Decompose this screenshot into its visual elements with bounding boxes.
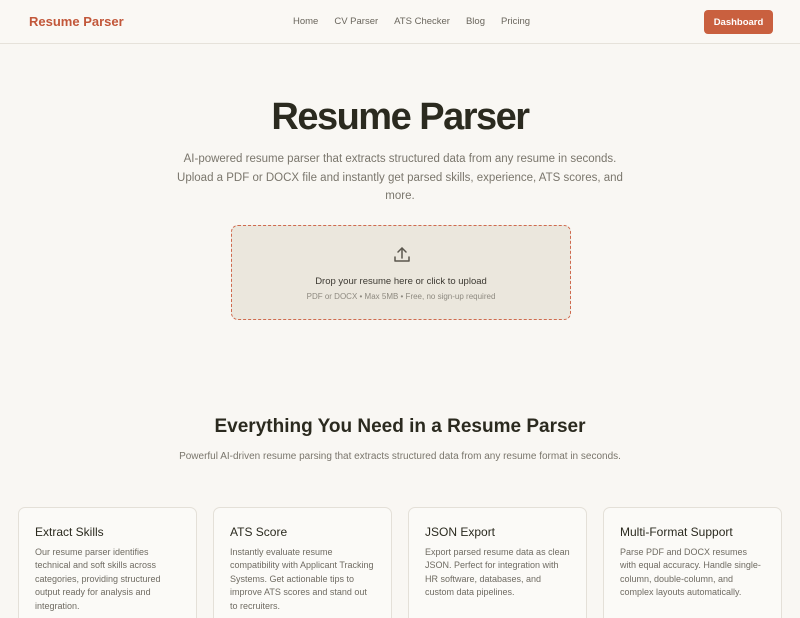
feature-card-description: Export parsed resume data as clean JSON.… <box>425 547 570 598</box>
feature-card-title: JSON Export <box>425 525 496 539</box>
top-navbar: Resume Parser Home CV Parser ATS Checker… <box>0 0 800 44</box>
nav-link-cv-parser[interactable]: CV Parser <box>334 16 378 27</box>
hero-title: Resume Parser <box>271 96 530 138</box>
feature-card-title: Extract Skills <box>35 525 104 539</box>
nav-link-blog[interactable]: Blog <box>466 16 485 27</box>
features-title: Everything You Need in a Resume Parser <box>214 416 586 437</box>
nav-link-ats-checker[interactable]: ATS Checker <box>394 16 450 27</box>
upload-icon <box>394 247 410 262</box>
feature-card-description: Instantly evaluate resume compatibility … <box>230 547 374 611</box>
features-subtitle: Powerful AI-driven resume parsing that e… <box>179 451 621 462</box>
nav-links: Home CV Parser ATS Checker Blog Pricing <box>293 16 546 27</box>
hero-subtitle: AI-powered resume parser that extracts s… <box>177 153 623 202</box>
nav-link-pricing[interactable]: Pricing <box>501 16 530 27</box>
feature-card-ats-score: ATS Score Instantly evaluate resume comp… <box>213 507 392 618</box>
feature-card-json-export: JSON Export Export parsed resume data as… <box>408 507 587 618</box>
feature-card-description: Parse PDF and DOCX resumes with equal ac… <box>620 547 761 598</box>
feature-card-description: Our resume parser identifies technical a… <box>35 547 161 611</box>
brand-logo[interactable]: Resume Parser <box>29 14 124 29</box>
feature-card-extract-skills: Extract Skills Our resume parser identif… <box>18 507 197 618</box>
feature-card-title: Multi-Format Support <box>620 525 733 539</box>
nav-link-home[interactable]: Home <box>293 16 318 27</box>
dashboard-button[interactable]: Dashboard <box>704 10 773 34</box>
feature-card-title: ATS Score <box>230 525 288 539</box>
upload-hint: PDF or DOCX • Max 5MB • Free, no sign-up… <box>306 292 496 301</box>
resume-upload-dropzone[interactable]: Drop your resume here or click to upload… <box>231 225 571 320</box>
feature-card-multi-format: Multi-Format Support Parse PDF and DOCX … <box>603 507 782 618</box>
upload-instruction: Drop your resume here or click to upload <box>315 276 487 287</box>
